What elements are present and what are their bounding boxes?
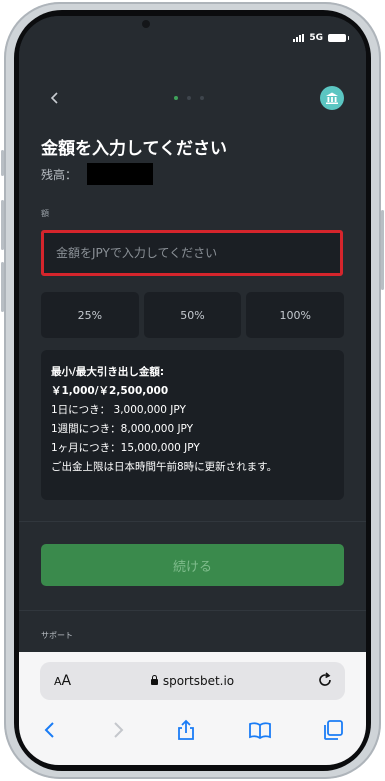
continue-button[interactable]: 続ける (41, 544, 344, 586)
redacted-balance (87, 163, 153, 185)
step-dot (187, 96, 191, 100)
balance-label: 残高： (41, 168, 78, 182)
lock-icon (150, 675, 158, 685)
forward-icon[interactable] (104, 716, 132, 744)
limits-range: ￥1,000/￥2,500,000 (51, 385, 169, 397)
reload-icon[interactable] (315, 670, 335, 690)
percent-100-button[interactable]: 100% (246, 292, 345, 338)
status-bar: 5G (19, 16, 366, 62)
share-icon[interactable] (172, 716, 200, 744)
divider (19, 521, 366, 522)
address-bar[interactable]: AA sportsbet.io (40, 662, 345, 700)
bank-button[interactable] (320, 86, 344, 110)
tabs-icon[interactable] (319, 716, 347, 744)
browser-chrome: AA sportsbet.io (19, 652, 366, 765)
chevron-left-icon (50, 92, 58, 104)
limit-weekly: 1週間につき：8,000,000 JPY (51, 423, 194, 435)
limits-heading: 最小/最大引き出し金額: (51, 366, 165, 378)
support-heading: サポート (41, 631, 73, 640)
battery-icon (328, 34, 349, 42)
percent-buttons: 25% 50% 100% (41, 292, 345, 338)
url-text: sportsbet.io (40, 674, 345, 688)
signal-icon (293, 34, 305, 42)
percent-25-button[interactable]: 25% (41, 292, 139, 338)
limit-monthly: 1ヶ月につき：15,000,000 JPY (51, 442, 200, 454)
back-icon[interactable] (36, 716, 64, 744)
amount-input[interactable] (41, 230, 343, 276)
divider (19, 610, 366, 611)
bookmarks-icon[interactable] (246, 716, 274, 744)
step-dot (200, 96, 204, 100)
network-label: 5G (309, 33, 323, 43)
status-indicators: 5G (293, 33, 349, 43)
page-title: 金額を入力してください (41, 139, 227, 159)
browser-toolbar (19, 710, 366, 750)
amount-label: 額 (41, 209, 49, 218)
limit-daily: 1日につき： 3,000,000 JPY (51, 404, 186, 416)
camera-icon (142, 20, 150, 28)
percent-50-button[interactable]: 50% (143, 292, 242, 338)
screen: 5G 金額を入力してください 残高： 額 25% 50% 100% 最小/最大引… (19, 16, 366, 765)
limit-note: ご出金上限は日本時間午前8時に更新されます。 (51, 461, 278, 473)
limits-panel: 最小/最大引き出し金額: ￥1,000/￥2,500,000 1日につき： 3,… (41, 350, 344, 500)
bank-icon (326, 92, 338, 104)
step-indicator (174, 96, 204, 100)
back-button[interactable] (45, 88, 65, 108)
step-dot (174, 96, 178, 100)
